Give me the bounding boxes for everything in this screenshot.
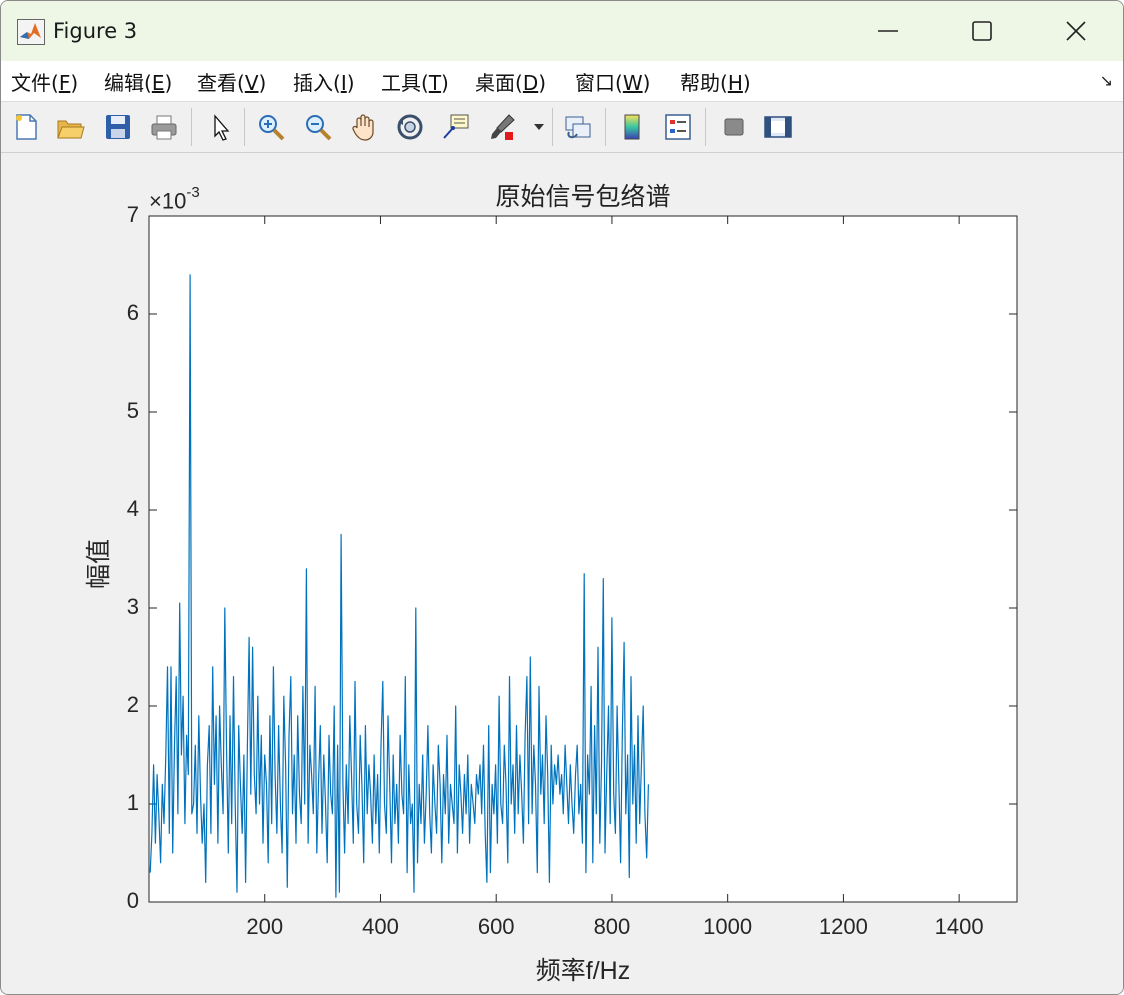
x-axis-label: 频率f/Hz bbox=[535, 957, 631, 985]
chart-title: 原始信号包络谱 bbox=[495, 182, 671, 211]
y-tick-label: 7 bbox=[126, 202, 139, 227]
y-axis-label: 幅值 bbox=[84, 539, 113, 590]
figure-window: Figure 3 文件(F) 编辑(E) 查看(V) 插入(I) 工具(T) 桌… bbox=[0, 0, 1124, 995]
y-exponent-label: ×10-3 bbox=[149, 184, 200, 214]
x-tick-label: 1400 bbox=[934, 914, 984, 939]
y-tick-label: 1 bbox=[126, 790, 139, 815]
y-tick-label: 0 bbox=[126, 888, 139, 913]
x-tick-label: 200 bbox=[246, 914, 284, 939]
y-tick-label: 5 bbox=[126, 398, 139, 423]
axes[interactable] bbox=[1, 1, 1123, 994]
x-tick-label: 1000 bbox=[703, 914, 753, 939]
x-tick-label: 400 bbox=[362, 914, 399, 939]
y-tick-label: 4 bbox=[126, 496, 139, 521]
y-tick-label: 2 bbox=[126, 692, 139, 717]
x-tick-label: 600 bbox=[477, 914, 515, 939]
y-tick-label: 6 bbox=[126, 300, 139, 325]
x-tick-label: 1200 bbox=[818, 914, 868, 939]
x-tick-label: 800 bbox=[593, 914, 631, 939]
